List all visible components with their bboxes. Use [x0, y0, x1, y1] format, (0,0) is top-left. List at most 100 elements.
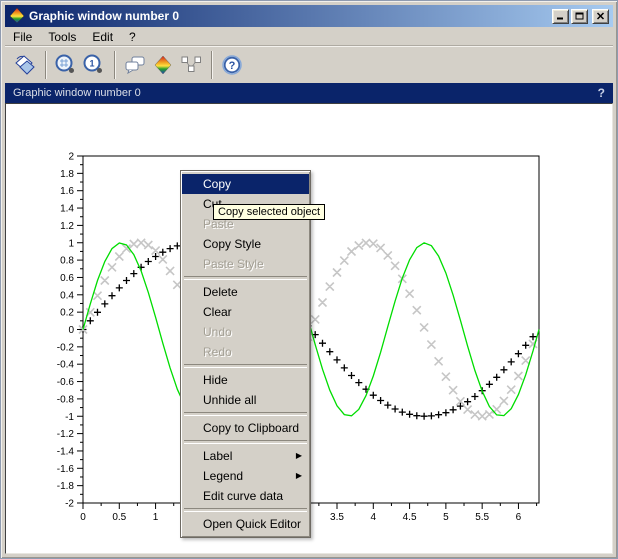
svg-text:0.4: 0.4 — [60, 290, 74, 301]
svg-text:0.2: 0.2 — [60, 308, 74, 319]
infobar-help-icon[interactable]: ? — [598, 86, 605, 100]
menu-item-tools[interactable]: Tools — [40, 29, 84, 45]
window-controls — [552, 8, 609, 24]
graphic-window: Graphic window number 0 FileToolsEdit? — [0, 0, 618, 559]
context-menu-item-label: Delete — [203, 285, 238, 299]
context-menu-item-paste-style[interactable]: Paste Style — [182, 254, 309, 274]
submenu-arrow-icon: ▶ — [295, 471, 302, 480]
context-menu-item-copy[interactable]: Copy — [182, 174, 309, 194]
svg-text:1.6: 1.6 — [60, 186, 74, 197]
minimize-button[interactable] — [552, 8, 569, 24]
context-menu-item-edit-curve-data[interactable]: Edit curve data — [182, 486, 309, 506]
svg-text:-0.8: -0.8 — [57, 394, 75, 405]
svg-text:-1.8: -1.8 — [57, 481, 75, 492]
svg-text:0.5: 0.5 — [112, 512, 126, 523]
maximize-button[interactable] — [571, 8, 588, 24]
svg-text:0.8: 0.8 — [60, 256, 74, 267]
context-menu-item-label: Hide — [203, 373, 228, 387]
svg-text:-0.6: -0.6 — [57, 377, 75, 388]
colormap-icon[interactable] — [149, 51, 177, 79]
svg-text:0: 0 — [68, 325, 74, 336]
context-menu-item-unhide-all[interactable]: Unhide all — [182, 390, 309, 410]
context-menu-item-label: Undo — [203, 325, 232, 339]
context-menu-item-label: Copy Style — [203, 237, 262, 251]
menu-item-edit[interactable]: Edit — [84, 29, 121, 45]
tooltip-text: Copy selected object — [218, 206, 321, 218]
svg-text:?: ? — [229, 60, 236, 72]
menu-separator — [184, 508, 307, 512]
svg-text:-1.6: -1.6 — [57, 464, 75, 475]
menu-item--[interactable]: ? — [121, 29, 144, 45]
svg-text:6: 6 — [516, 512, 522, 523]
zoom-area-icon[interactable] — [52, 51, 80, 79]
context-menu-item-clear[interactable]: Clear — [182, 302, 309, 322]
close-button[interactable] — [592, 8, 609, 24]
svg-text:0: 0 — [80, 512, 86, 523]
context-menu-item-hide[interactable]: Hide — [182, 370, 309, 390]
svg-text:-2: -2 — [65, 499, 74, 510]
context-menu-item-label: Open Quick Editor — [203, 517, 302, 531]
zoom-1to1-icon[interactable]: 1 — [80, 51, 108, 79]
context-menu-item-redo[interactable]: Redo — [182, 342, 309, 362]
scilab-app-icon — [9, 7, 25, 24]
context-menu-item-label: Edit curve data — [203, 489, 284, 503]
minimize-icon — [557, 17, 563, 20]
graphics-canvas[interactable]: 2 1.8 1.6 1.4 1.2 1 0.8 0.6 0.4 0.2 0 -0.2 -0.4 -0.6 -… — [5, 103, 613, 554]
context-menu: CopyCutPasteCopy StylePaste StyleDeleteC… — [180, 170, 311, 538]
context-menu-item-label: Copy — [203, 177, 232, 191]
svg-text:1.4: 1.4 — [60, 204, 74, 215]
context-menu-item-copy-style[interactable]: Copy Style — [182, 234, 309, 254]
svg-text:2: 2 — [68, 152, 74, 163]
context-menu-item-label: Paste Style — [203, 257, 264, 271]
ged-dialog-icon[interactable] — [121, 51, 149, 79]
context-menu-item-legend[interactable]: Legend ▶ — [182, 466, 309, 486]
context-menu-item-undo[interactable]: Undo — [182, 322, 309, 342]
svg-text:0.6: 0.6 — [60, 273, 74, 284]
svg-text:-0.4: -0.4 — [57, 360, 75, 371]
context-menu-item-label: Legend — [203, 469, 244, 483]
svg-text:1: 1 — [68, 238, 74, 249]
svg-text:-0.2: -0.2 — [57, 342, 75, 353]
info-bar: Graphic window number 0 ? — [5, 83, 613, 103]
toolbar: 1 ? — [5, 45, 613, 84]
svg-text:5.5: 5.5 — [475, 512, 489, 523]
svg-text:1.8: 1.8 — [60, 169, 74, 180]
toolbar-separator — [211, 51, 212, 79]
svg-text:1: 1 — [153, 512, 159, 523]
context-menu-item-label: Unhide all — [203, 393, 257, 407]
title-bar[interactable]: Graphic window number 0 — [5, 5, 613, 27]
context-menu-item-open-quick-editor[interactable]: Open Quick Editor — [182, 514, 309, 534]
context-menu-item-label: Redo — [203, 345, 232, 359]
svg-text:-1: -1 — [65, 412, 74, 423]
toolbar-separator — [114, 51, 115, 79]
infobar-text: Graphic window number 0 — [13, 87, 141, 99]
svg-text:1.2: 1.2 — [60, 221, 74, 232]
menu-bar: File Tools Edit? — [5, 28, 613, 45]
context-menu-item-label[interactable]: Label ▶ — [182, 446, 309, 466]
menu-separator — [184, 276, 307, 280]
svg-text:4: 4 — [371, 512, 377, 523]
menu-item-file[interactable]: File — [5, 29, 40, 45]
submenu-arrow-icon: ▶ — [295, 451, 302, 460]
context-menu-item-label: Clear — [203, 305, 232, 319]
svg-text:5: 5 — [443, 512, 449, 523]
toolbar-separator — [45, 51, 46, 79]
svg-text:4.5: 4.5 — [403, 512, 417, 523]
svg-text:1: 1 — [89, 59, 94, 69]
maximize-icon — [575, 12, 584, 20]
svg-text:3.5: 3.5 — [330, 512, 344, 523]
menu-separator — [184, 364, 307, 368]
tooltip: Copy selected object — [213, 204, 326, 220]
context-menu-item-copy-to-clipboard[interactable]: Copy to Clipboard — [182, 418, 309, 438]
svg-text:-1.4: -1.4 — [57, 446, 75, 457]
menu-separator — [184, 440, 307, 444]
rotate-icon[interactable] — [11, 51, 39, 79]
context-menu-item-label: Copy to Clipboard — [203, 421, 300, 435]
help-icon[interactable]: ? — [218, 51, 246, 79]
context-menu-item-label: Label — [203, 449, 233, 463]
window-title: Graphic window number 0 — [29, 9, 180, 23]
datatip-icon[interactable] — [177, 51, 205, 79]
close-icon — [596, 12, 605, 20]
menu-separator — [184, 412, 307, 416]
context-menu-item-delete[interactable]: Delete — [182, 282, 309, 302]
